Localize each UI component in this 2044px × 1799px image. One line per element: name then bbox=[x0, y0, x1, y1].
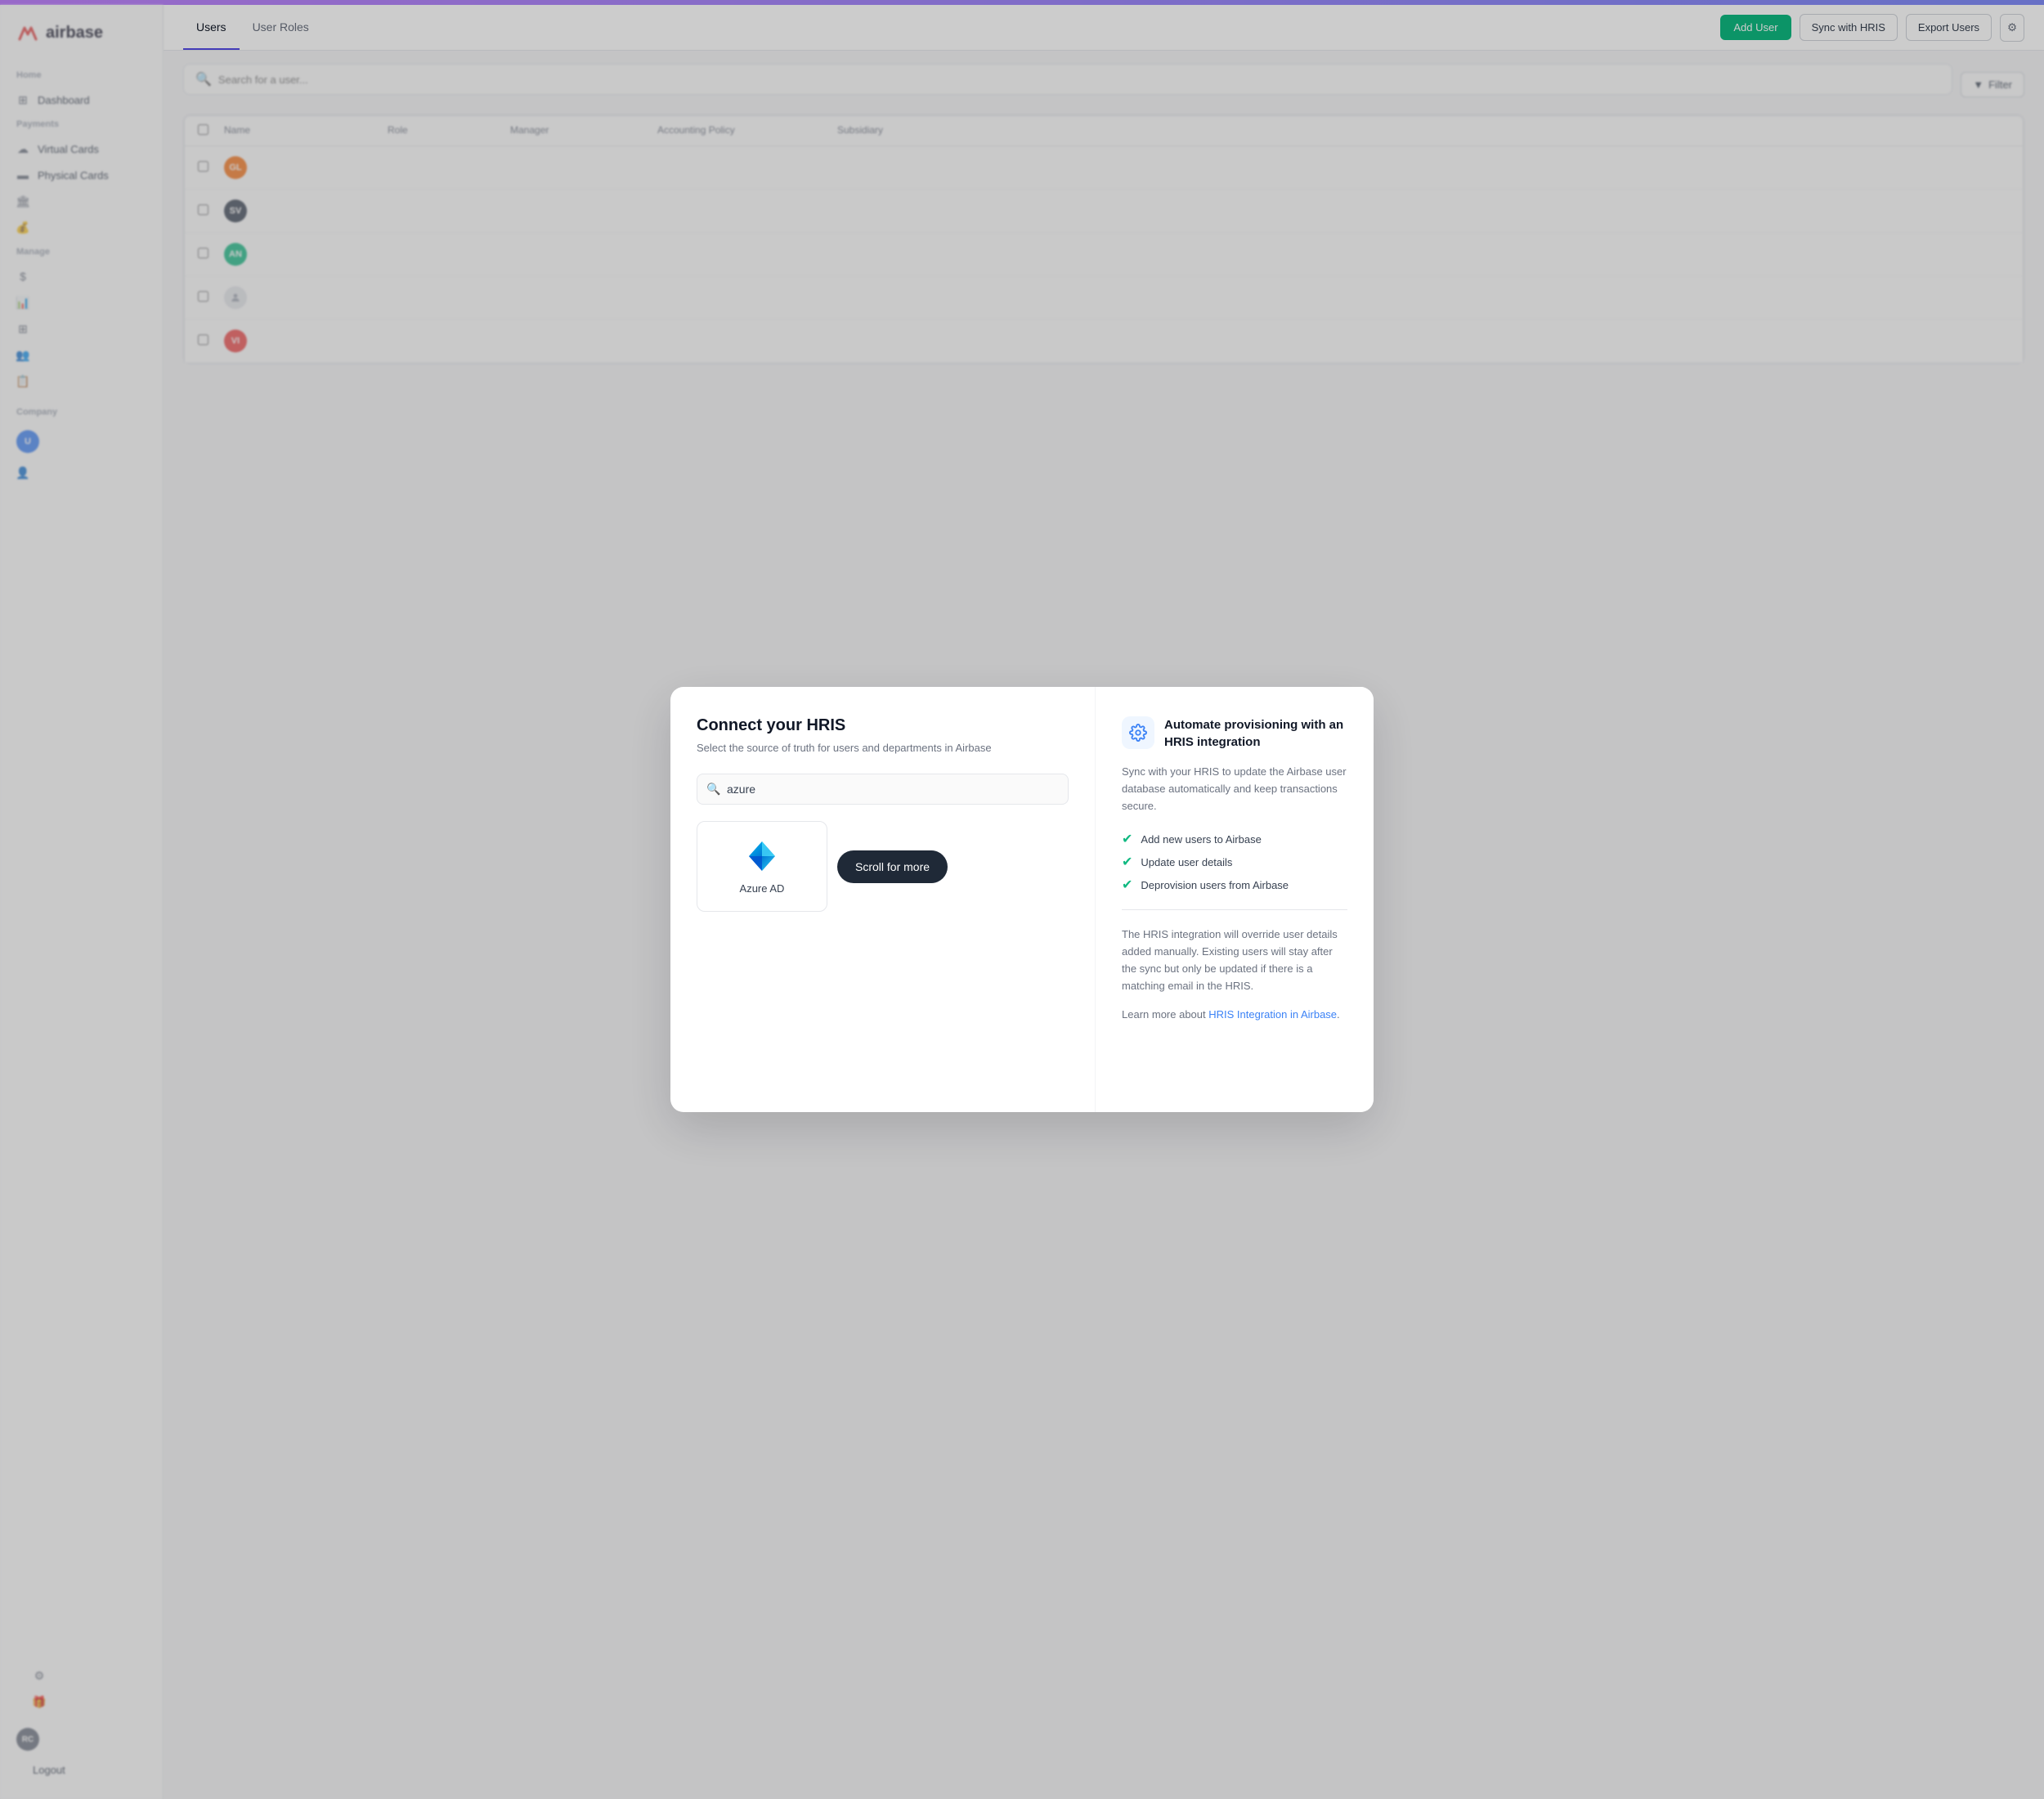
modal-subtitle: Select the source of truth for users and… bbox=[697, 742, 1069, 754]
integration-list: Azure AD Scroll for more bbox=[697, 821, 1069, 912]
hris-integration-link[interactable]: HRIS Integration in Airbase bbox=[1208, 1008, 1337, 1021]
gear-icon bbox=[1122, 716, 1154, 749]
feature-item-1: ✔ Add new users to Airbase bbox=[1122, 831, 1347, 847]
azure-ad-card[interactable]: Azure AD bbox=[697, 821, 827, 912]
check-icon-1: ✔ bbox=[1122, 831, 1132, 847]
feature-item-2: ✔ Update user details bbox=[1122, 854, 1347, 870]
search-icon: 🔍 bbox=[706, 783, 720, 796]
azure-ad-name: Azure AD bbox=[740, 882, 785, 895]
scroll-more-button[interactable]: Scroll for more bbox=[837, 850, 948, 883]
panel-divider bbox=[1122, 909, 1347, 910]
modal-left-panel: Connect your HRIS Select the source of t… bbox=[670, 687, 1096, 1112]
check-icon-3: ✔ bbox=[1122, 877, 1132, 893]
modal-overlay: Connect your HRIS Select the source of t… bbox=[0, 0, 2044, 1799]
right-panel-note: The HRIS integration will override user … bbox=[1122, 926, 1347, 994]
integration-search-input[interactable] bbox=[697, 774, 1069, 805]
feature-list: ✔ Add new users to Airbase ✔ Update user… bbox=[1122, 831, 1347, 893]
learn-more-text: Learn more about HRIS Integration in Air… bbox=[1122, 1007, 1347, 1024]
integration-search-wrapper: 🔍 bbox=[697, 774, 1069, 805]
check-icon-2: ✔ bbox=[1122, 854, 1132, 870]
modal-right-panel: Automate provisioning with an HRIS integ… bbox=[1096, 687, 1374, 1112]
connect-hris-modal: Connect your HRIS Select the source of t… bbox=[670, 687, 1374, 1112]
right-panel-title: Automate provisioning with an HRIS integ… bbox=[1164, 716, 1347, 751]
right-panel-description: Sync with your HRIS to update the Airbas… bbox=[1122, 764, 1347, 814]
modal-title: Connect your HRIS bbox=[697, 716, 1069, 735]
right-header: Automate provisioning with an HRIS integ… bbox=[1122, 716, 1347, 751]
feature-item-3: ✔ Deprovision users from Airbase bbox=[1122, 877, 1347, 893]
azure-ad-icon bbox=[744, 838, 780, 874]
